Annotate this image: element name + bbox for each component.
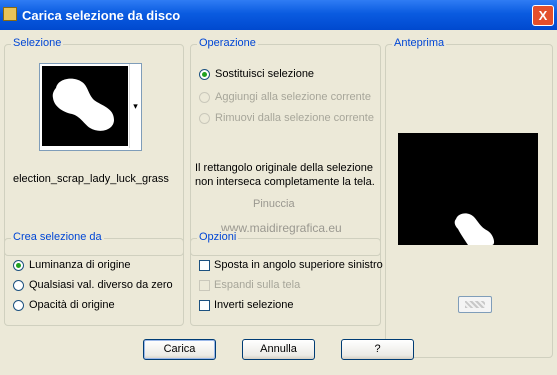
selezione-legend: Selezione <box>11 37 64 49</box>
selection-thumbnail-dropdown[interactable]: ▾ <box>39 63 142 151</box>
checkbox-espandi-label[interactable]: Espandi sulla tela <box>214 279 300 291</box>
checkbox-inverti[interactable] <box>199 300 210 311</box>
preview-shape <box>454 213 495 245</box>
radio-rimuovi[interactable] <box>199 113 210 124</box>
anteprima-group: Anteprima <box>385 37 553 358</box>
close-button[interactable]: X <box>532 5 554 26</box>
radio-rimuovi-label[interactable]: Rimuovi dalla selezione corrente <box>215 112 374 124</box>
selezione-group: Selezione ▾ election_scrap_lady_luck_gra… <box>4 37 184 256</box>
anteprima-legend: Anteprima <box>392 37 447 49</box>
opzioni-legend: Opzioni <box>197 231 239 243</box>
crea-selezione-group: Crea selezione da Luminanza di origine Q… <box>4 231 184 326</box>
annulla-button[interactable]: Annulla <box>242 339 315 360</box>
operazione-group: Operazione Sostituisci selezione Aggiung… <box>190 37 381 256</box>
help-button[interactable]: ? <box>341 339 414 360</box>
checkbox-sposta[interactable] <box>199 260 210 271</box>
radio-aggiungi-label[interactable]: Aggiungi alla selezione corrente <box>215 91 371 103</box>
selection-thumbnail <box>42 66 128 146</box>
info-text-line1: Il rettangolo originale della selezione <box>195 162 373 174</box>
radio-sostituisci[interactable] <box>199 69 210 80</box>
radio-opacita-label[interactable]: Opacità di origine <box>29 299 115 311</box>
info-text-line2: non interseca completamente la tela. <box>195 176 375 188</box>
checkbox-espandi[interactable] <box>199 280 210 291</box>
opzioni-group: Opzioni Sposta in angolo superiore sinis… <box>190 231 383 326</box>
dialog-client: Selezione ▾ election_scrap_lady_luck_gra… <box>0 30 557 375</box>
watermark-url: www.maidiregrafica.eu <box>221 221 342 235</box>
radio-qualsiasi-label[interactable]: Qualsiasi val. diverso da zero <box>29 279 173 291</box>
title-bar[interactable]: Carica selezione da disco X <box>0 0 557 30</box>
window-title: Carica selezione da disco <box>22 8 181 23</box>
checkbox-inverti-label[interactable]: Inverti selezione <box>214 299 294 311</box>
watermark-name: Pinuccia <box>253 198 295 210</box>
radio-aggiungi[interactable] <box>199 92 210 103</box>
preview-canvas <box>398 133 538 245</box>
radio-luminanza-label[interactable]: Luminanza di origine <box>29 259 131 271</box>
radio-sostituisci-label[interactable]: Sostituisci selezione <box>215 68 314 80</box>
checkbox-sposta-label[interactable]: Sposta in angolo superiore sinistro <box>214 259 383 271</box>
preview-navigator-button[interactable] <box>458 296 492 313</box>
radio-opacita[interactable] <box>13 300 24 311</box>
operazione-legend: Operazione <box>197 37 258 49</box>
crea-selezione-legend: Crea selezione da <box>11 231 104 243</box>
checker-icon <box>465 301 485 308</box>
chevron-down-icon[interactable]: ▾ <box>129 64 141 148</box>
selection-filename: election_scrap_lady_luck_grass <box>13 173 169 185</box>
close-icon: X <box>538 8 548 23</box>
carica-button[interactable]: Carica <box>143 339 216 360</box>
selection-shape <box>43 67 127 145</box>
radio-qualsiasi[interactable] <box>13 280 24 291</box>
radio-luminanza[interactable] <box>13 260 24 271</box>
app-icon <box>3 7 17 21</box>
